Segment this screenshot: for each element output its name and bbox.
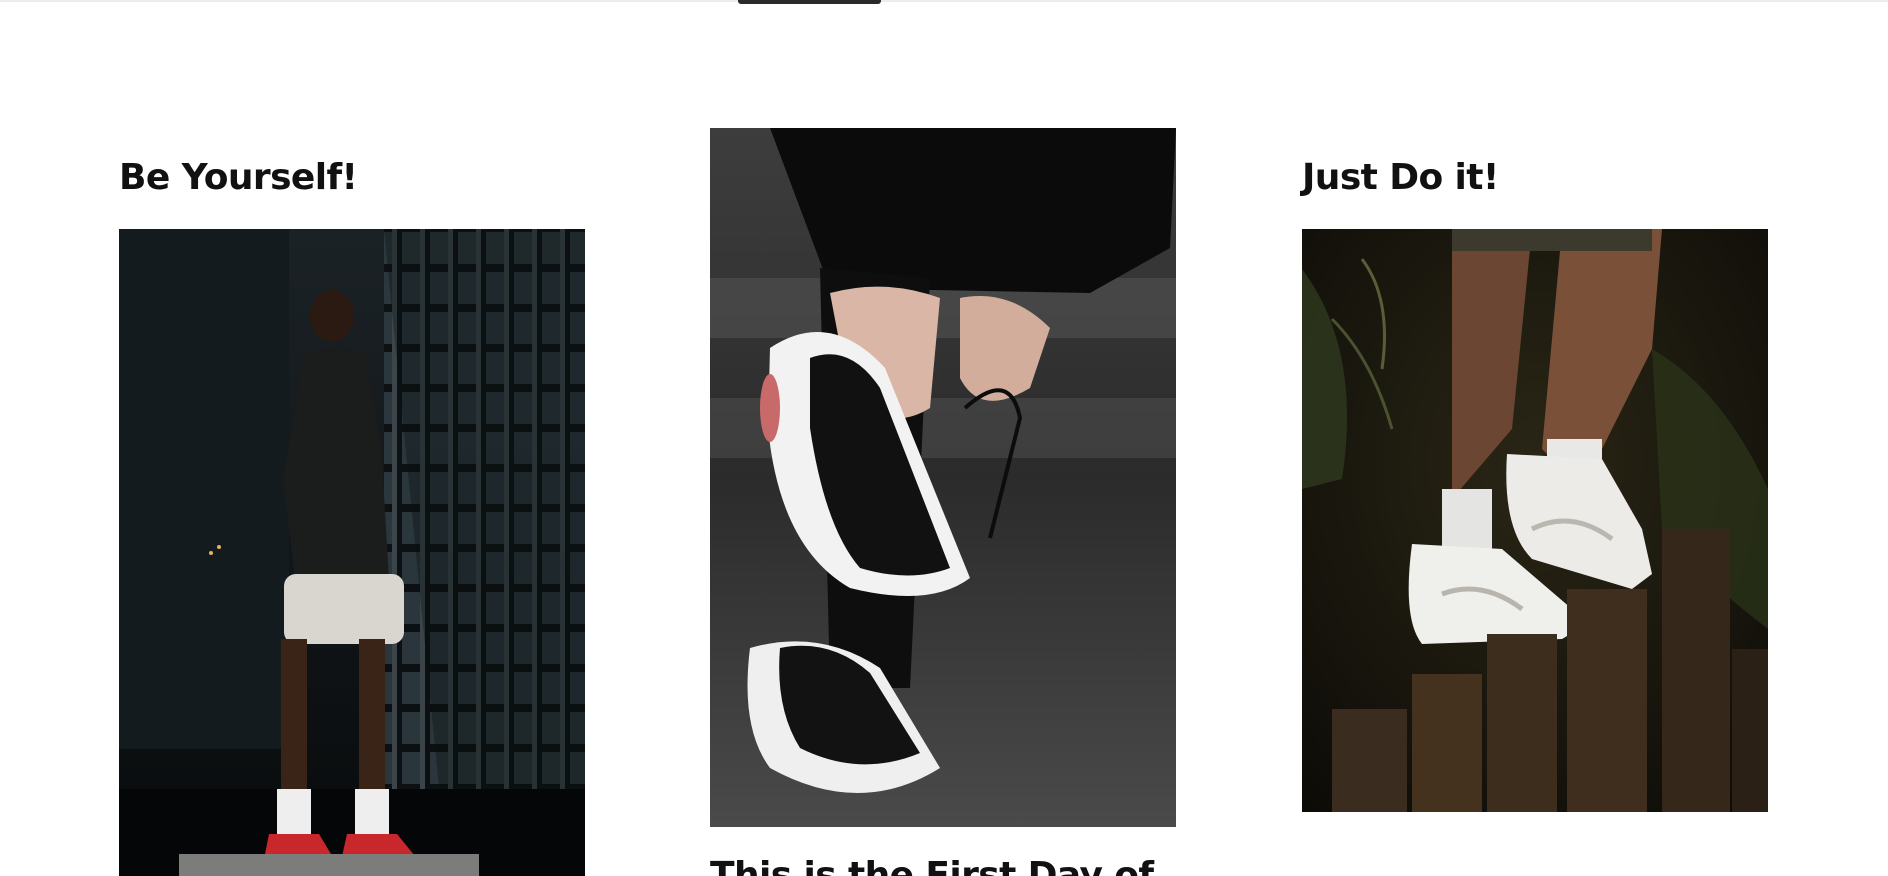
card-image-first-day[interactable] bbox=[710, 128, 1176, 827]
card-image-just-do-it[interactable] bbox=[1302, 229, 1768, 812]
photo-legs-high-tops bbox=[1302, 229, 1768, 812]
card-title-first-day: This is the First Day of bbox=[710, 855, 1154, 876]
photo-hands-sneaker bbox=[710, 128, 1176, 827]
photo-man-building bbox=[119, 229, 585, 876]
header-tab-indicator bbox=[738, 0, 881, 4]
header-divider bbox=[0, 0, 1888, 2]
page: Be Yourself! This is the First Day of Ju… bbox=[0, 0, 1888, 876]
card-title-just-do-it: Just Do it! bbox=[1302, 157, 1499, 198]
card-title-be-yourself: Be Yourself! bbox=[119, 157, 358, 198]
card-image-be-yourself[interactable] bbox=[119, 229, 585, 876]
